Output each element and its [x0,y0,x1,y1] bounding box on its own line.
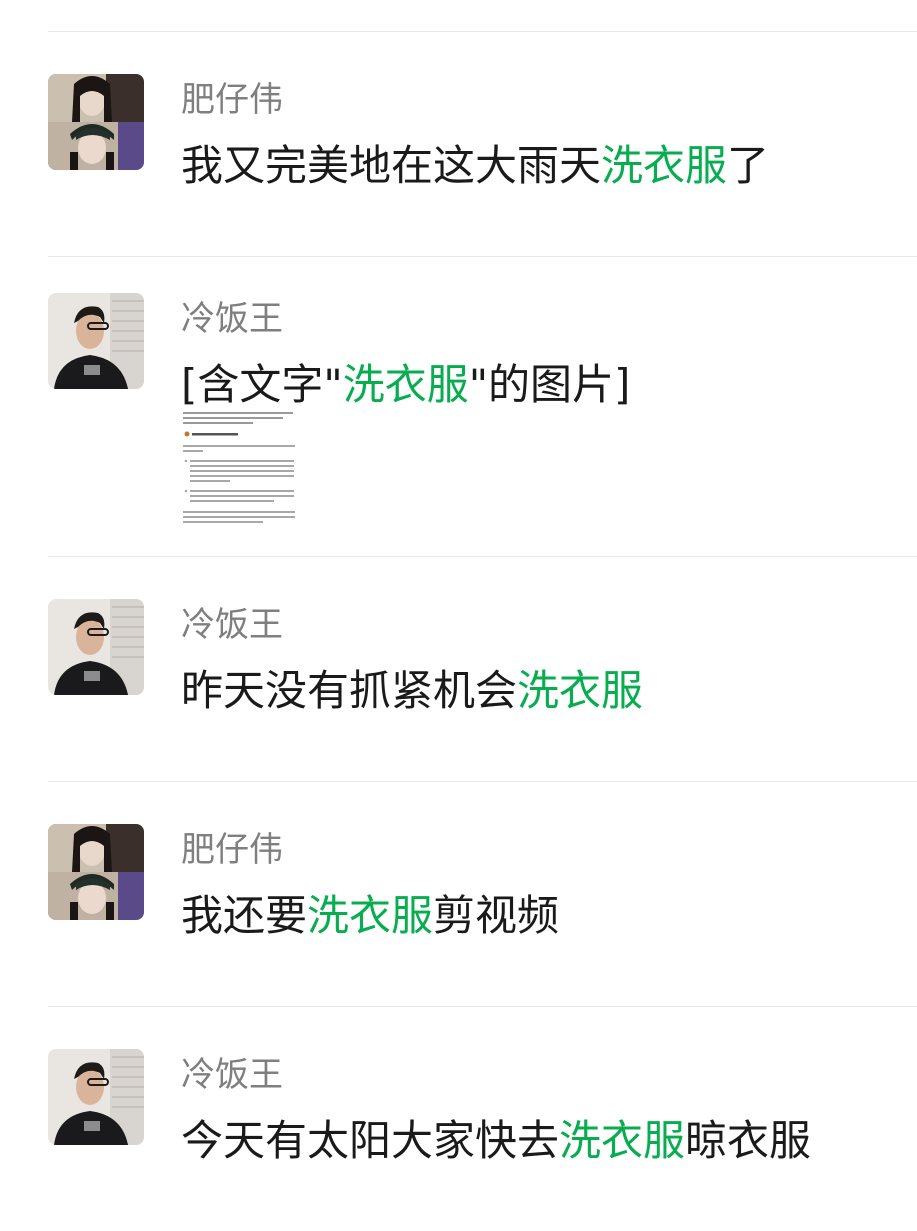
search-results-screen: 肥仔伟 我又完美地在这大雨天洗衣服了 冷饭王 [含文字"洗衣服"的图片] 冷饭王… [0,0,917,1231]
image-thumbnail[interactable] [181,411,299,537]
divider [48,256,917,257]
text-after: 晾衣服 [685,1116,812,1165]
girl-photo-avatar-icon [48,74,144,170]
text-before: 昨天没有抓紧机会 [181,666,518,715]
sender-name: 肥仔伟 [181,80,283,120]
divider [48,781,917,782]
divider [48,31,917,32]
message-text: 我还要洗衣服剪视频 [181,890,559,942]
avatar[interactable] [48,824,144,920]
text-before: 我又完美地在这大雨天 [181,141,602,190]
text-before: [含文字" [181,360,343,409]
text-before: 今天有太阳大家快去 [181,1116,560,1165]
message-item[interactable]: 肥仔伟 我还要洗衣服剪视频 [0,824,917,974]
highlight-keyword: 洗衣服 [517,666,644,715]
message-text: 昨天没有抓紧机会洗衣服 [181,665,643,717]
message-item[interactable]: 冷饭王 昨天没有抓紧机会洗衣服 [0,599,917,749]
divider [48,556,917,557]
man-photo-avatar-icon [48,1049,144,1145]
sender-name: 冷饭王 [181,605,283,645]
message-item[interactable]: 冷饭王 [含文字"洗衣服"的图片] [0,293,917,543]
message-text: 我又完美地在这大雨天洗衣服了 [181,140,769,192]
avatar[interactable] [48,599,144,695]
document-image-thumbnail-icon [181,411,299,537]
message-text: 今天有太阳大家快去洗衣服晾衣服 [181,1115,811,1167]
message-item[interactable]: 肥仔伟 我又完美地在这大雨天洗衣服了 [0,74,917,224]
text-after: "的图片] [468,360,631,409]
sender-name: 冷饭王 [181,299,283,339]
man-photo-avatar-icon [48,293,144,389]
sender-name: 冷饭王 [181,1055,283,1095]
avatar[interactable] [48,74,144,170]
text-after: 了 [727,141,770,190]
man-photo-avatar-icon [48,599,144,695]
sender-name: 肥仔伟 [181,830,283,870]
avatar[interactable] [48,293,144,389]
divider [48,1006,917,1007]
highlight-keyword: 洗衣服 [342,360,469,409]
message-text: [含文字"洗衣服"的图片] [181,359,630,411]
highlight-keyword: 洗衣服 [559,1116,686,1165]
text-after: 剪视频 [433,891,560,940]
highlight-keyword: 洗衣服 [601,141,728,190]
avatar[interactable] [48,1049,144,1145]
girl-photo-avatar-icon [48,824,144,920]
message-item[interactable]: 冷饭王 今天有太阳大家快去洗衣服晾衣服 [0,1049,917,1199]
text-before: 我还要 [181,891,308,940]
highlight-keyword: 洗衣服 [307,891,434,940]
